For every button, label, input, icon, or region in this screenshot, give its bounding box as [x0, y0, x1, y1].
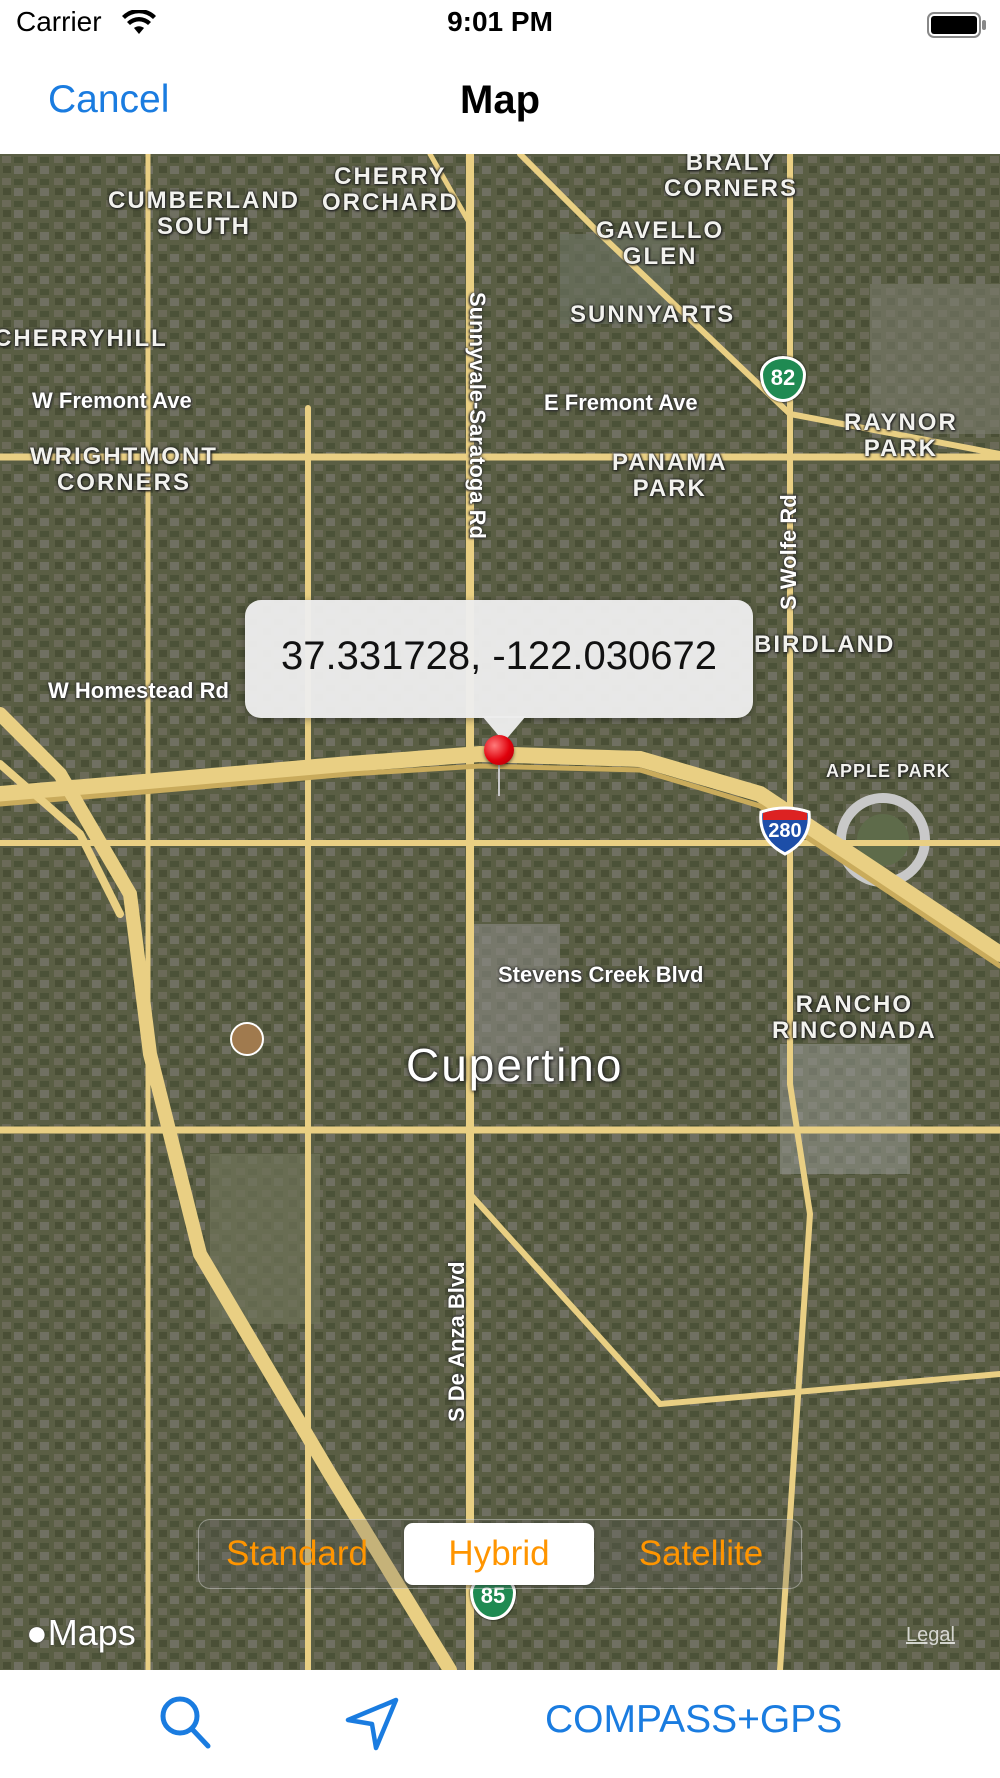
apple-maps-logo: ●Maps: [26, 1612, 136, 1654]
education-icon: [230, 1022, 264, 1056]
road-label: Stevens Creek Blvd: [498, 962, 704, 987]
maps-attribution: Maps: [47, 1612, 136, 1653]
location-arrow-icon[interactable]: [344, 1696, 400, 1757]
neighborhood-label: CUMBERLAND SOUTH: [108, 187, 300, 241]
apple-logo-icon: ●: [26, 1612, 48, 1653]
map-type-segmented-control[interactable]: Standard Hybrid Satellite: [198, 1519, 802, 1589]
city-label: Cupertino: [406, 1039, 624, 1091]
neighborhood-label: RANCHO RINCONADA: [772, 991, 937, 1045]
search-icon[interactable]: [158, 1694, 212, 1755]
segment-standard[interactable]: Standard: [199, 1520, 395, 1588]
neighborhood-label: GAVELLO GLEN: [596, 217, 725, 271]
neighborhood-label: CHERRY ORCHARD: [322, 163, 459, 217]
bottom-toolbar: COMPASS+GPS: [0, 1670, 1000, 1778]
neighborhood-label: PANAMA PARK: [612, 449, 728, 503]
status-bar: Carrier 9:01 PM: [0, 0, 1000, 52]
neighborhood-label: WRIGHTMONT CORNERS: [30, 443, 218, 497]
page-title: Map: [460, 78, 540, 122]
legal-link[interactable]: Legal: [906, 1624, 955, 1647]
neighborhood-label: BRALY CORNERS: [664, 154, 799, 203]
road-label: W Homestead Rd: [48, 678, 229, 703]
battery-icon: [927, 12, 987, 43]
road-label: Sunnyvale-Saratoga Rd: [465, 292, 490, 539]
neighborhood-label: RAYNOR PARK: [844, 409, 958, 463]
interstate-number: 280: [768, 820, 802, 842]
status-time: 9:01 PM: [447, 6, 553, 37]
segment-hybrid[interactable]: Hybrid: [404, 1523, 594, 1585]
navigation-bar: Cancel Map: [0, 52, 1000, 154]
road-label: S De Anza Blvd: [444, 1261, 469, 1422]
coordinate-text: 37.331728, -122.030672: [281, 634, 717, 678]
satellite-imagery: [0, 154, 1000, 1670]
compass-gps-button[interactable]: COMPASS+GPS: [545, 1698, 842, 1742]
landmark-label: APPLE PARK: [826, 761, 951, 781]
location-pin-icon[interactable]: [484, 735, 514, 765]
interstate-shield-280: 280: [758, 806, 812, 856]
neighborhood-label: SUNNYARTS: [570, 301, 736, 328]
road-label: S Wolfe Rd: [776, 494, 801, 610]
road-label: W Fremont Ave: [32, 388, 192, 413]
road-label: E Fremont Ave: [544, 390, 698, 415]
map-view[interactable]: CUMBERLAND SOUTH CHERRY ORCHARD BRALY CORNE…: [0, 154, 1000, 1670]
pin-stem: [498, 762, 500, 796]
segment-satellite[interactable]: Satellite: [601, 1520, 801, 1588]
coordinate-callout[interactable]: 37.331728, -122.030672: [245, 600, 753, 718]
neighborhood-label: CHERRYHILL: [0, 325, 168, 352]
neighborhood-label: BIRDLAND: [754, 631, 896, 658]
